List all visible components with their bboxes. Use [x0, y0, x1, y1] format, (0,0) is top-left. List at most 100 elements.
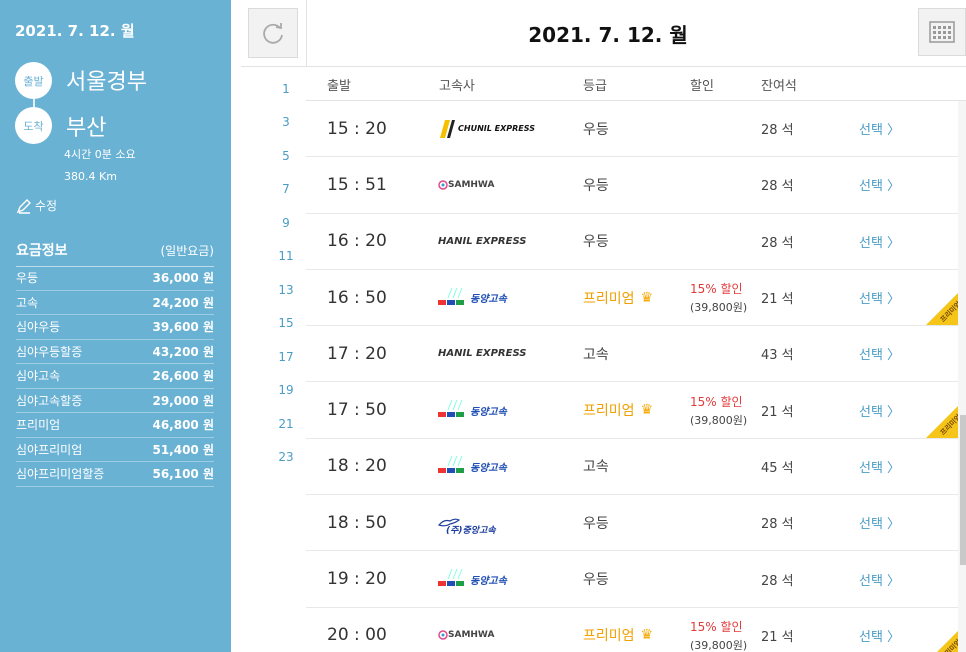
select-button[interactable]: 선택 〉	[859, 214, 900, 269]
bus-grade: 우등	[583, 121, 609, 138]
fare-price: 29,000 원	[152, 393, 214, 408]
schedule-table: 15 : 20 CHUNIL EXPRESS 우등 28 석 선택 〉 15 :…	[306, 101, 966, 652]
scrollbar-track[interactable]	[958, 101, 966, 652]
bus-grade: 고속	[583, 459, 609, 476]
bus-grade: 고속	[583, 346, 609, 363]
hour-link[interactable]: 17	[270, 340, 302, 374]
grade-label: 프리미엄	[583, 628, 635, 645]
hour-link[interactable]: 11	[270, 240, 302, 274]
trip-duration: 4시간 0분 소요	[64, 148, 136, 161]
bus-grade: 프리미엄 ♛	[583, 382, 653, 437]
table-row: 19 : 20 동양고속 우등 28 석 선택 〉	[306, 551, 960, 608]
select-button[interactable]: 선택 〉	[859, 382, 900, 437]
select-button[interactable]: 선택 〉	[859, 157, 900, 212]
fare-grade: 심야고속할증	[16, 393, 83, 408]
table-row: 17 : 20 HANIL EXPRESS 고속 43 석 선택 〉	[306, 326, 960, 383]
hour-link[interactable]: 21	[270, 407, 302, 441]
company-name: SAMHWA	[448, 630, 495, 641]
remaining-seats: 28 석	[761, 573, 794, 589]
departure-time: 20 : 00	[327, 625, 387, 646]
refresh-button[interactable]	[248, 8, 298, 58]
company-logo: HANIL EXPRESS	[438, 326, 527, 381]
scrollbar-thumb[interactable]	[960, 415, 966, 565]
discount-info: 15% 할인 (39,800원)	[690, 608, 747, 652]
page-title-date: 2021. 7. 12. 월	[528, 22, 688, 47]
col-discount: 할인	[690, 79, 714, 94]
hour-link[interactable]: 23	[270, 441, 302, 475]
fare-price: 36,000 원	[152, 271, 214, 286]
discount-rate: 15% 할인	[690, 394, 743, 409]
hour-link[interactable]: 19	[270, 374, 302, 408]
bus-grade: 우등	[583, 234, 609, 251]
departure-terminal: 서울경부	[66, 70, 147, 95]
select-button[interactable]: 선택 〉	[859, 551, 900, 606]
remaining-seats: 28 석	[761, 235, 794, 251]
bus-grade: 우등	[583, 515, 609, 532]
discount-price: (39,800원)	[690, 638, 748, 652]
fare-price: 26,600 원	[152, 369, 214, 384]
crown-icon: ♛	[640, 402, 654, 419]
hour-link[interactable]: 1	[270, 72, 302, 106]
company-logo: CHUNIL EXPRESS	[438, 101, 535, 156]
select-button[interactable]: 선택 〉	[859, 495, 900, 550]
fare-grade: 우등	[16, 271, 39, 286]
hour-link[interactable]: 5	[270, 139, 302, 173]
select-button[interactable]: 선택 〉	[859, 608, 900, 652]
grade-label: 프리미엄	[583, 290, 635, 307]
calendar-button[interactable]	[918, 8, 966, 56]
company-name: 동양고속	[470, 406, 507, 418]
company-logo: HANIL EXPRESS	[438, 214, 527, 269]
hour-link[interactable]: 15	[270, 307, 302, 341]
fare-grade: 심야고속	[16, 369, 61, 384]
col-grade: 등급	[583, 79, 607, 94]
company-name: HANIL EXPRESS	[438, 348, 527, 360]
hour-link[interactable]: 3	[270, 106, 302, 140]
company-logo: 동양고속	[438, 551, 507, 606]
select-button[interactable]: 선택 〉	[859, 101, 900, 156]
discount-info: 15% 할인 (39,800원)	[690, 270, 747, 325]
dongyang-stripes-icon	[438, 400, 464, 418]
company-logo: SAMHWA	[438, 608, 494, 652]
company-name: SAMHWA	[448, 179, 495, 190]
company-name: 동양고속	[470, 575, 507, 587]
hour-link[interactable]: 9	[270, 206, 302, 240]
table-row: 15 : 20 CHUNIL EXPRESS 우등 28 석 선택 〉	[306, 101, 960, 158]
select-button[interactable]: 선택 〉	[859, 270, 900, 325]
fare-grade: 프리미엄	[16, 418, 61, 433]
fare-price: 43,200 원	[152, 344, 214, 359]
remaining-seats: 28 석	[761, 123, 794, 139]
fare-price: 39,600 원	[152, 320, 214, 335]
sidebar: 2021. 7. 12. 월 출발 서울경부 도착 부산 4시간 0분 소요 3…	[0, 0, 231, 652]
table-row: 18 : 50 (주)중앙고속 우등 28 석 선택 〉	[306, 495, 960, 552]
fare-price: 24,200 원	[152, 295, 214, 310]
refresh-icon	[263, 23, 283, 44]
fare-grade: 심야우등할증	[16, 344, 83, 359]
fare-row: 우등 36,000 원	[16, 266, 214, 291]
hour-link[interactable]: 13	[270, 273, 302, 307]
discount-rate: 15% 할인	[690, 282, 743, 297]
hour-link[interactable]: 7	[270, 173, 302, 207]
departure-time: 16 : 20	[327, 231, 387, 252]
company-name: CHUNIL EXPRESS	[458, 123, 535, 133]
select-button[interactable]: 선택 〉	[859, 439, 900, 494]
fare-row: 심야우등 39,600 원	[16, 315, 214, 340]
dongyang-stripes-icon	[438, 456, 464, 474]
select-button[interactable]: 선택 〉	[859, 326, 900, 381]
table-row: 16 : 50 동양고속 프리미엄 ♛ 15% 할인 (39,800원) 21 석…	[306, 270, 966, 327]
bus-grade: 프리미엄 ♛	[583, 270, 653, 325]
dongyang-stripes-icon	[438, 287, 464, 305]
table-row: 18 : 20 동양고속 고속 45 석 선택 〉	[306, 439, 960, 496]
departure-time: 17 : 20	[327, 343, 387, 364]
fare-price: 51,400 원	[152, 442, 214, 457]
col-seats: 잔여석	[761, 79, 797, 94]
departure-time: 17 : 50	[327, 400, 387, 421]
departure-time: 18 : 20	[327, 456, 387, 477]
edit-route-button[interactable]: 수정	[16, 197, 57, 214]
dongyang-stripes-icon	[438, 569, 464, 587]
company-name: (주)중앙고속	[446, 526, 496, 537]
bus-grade: 프리미엄 ♛	[583, 608, 653, 652]
company-logo: 동양고속	[438, 270, 507, 325]
fare-row: 심야고속할증 29,000 원	[16, 389, 214, 413]
fare-row: 프리미엄 46,800 원	[16, 413, 214, 438]
fare-list: 우등 36,000 원 고속 24,200 원 심야우등 39,600 원 심야우등할…	[16, 266, 214, 487]
